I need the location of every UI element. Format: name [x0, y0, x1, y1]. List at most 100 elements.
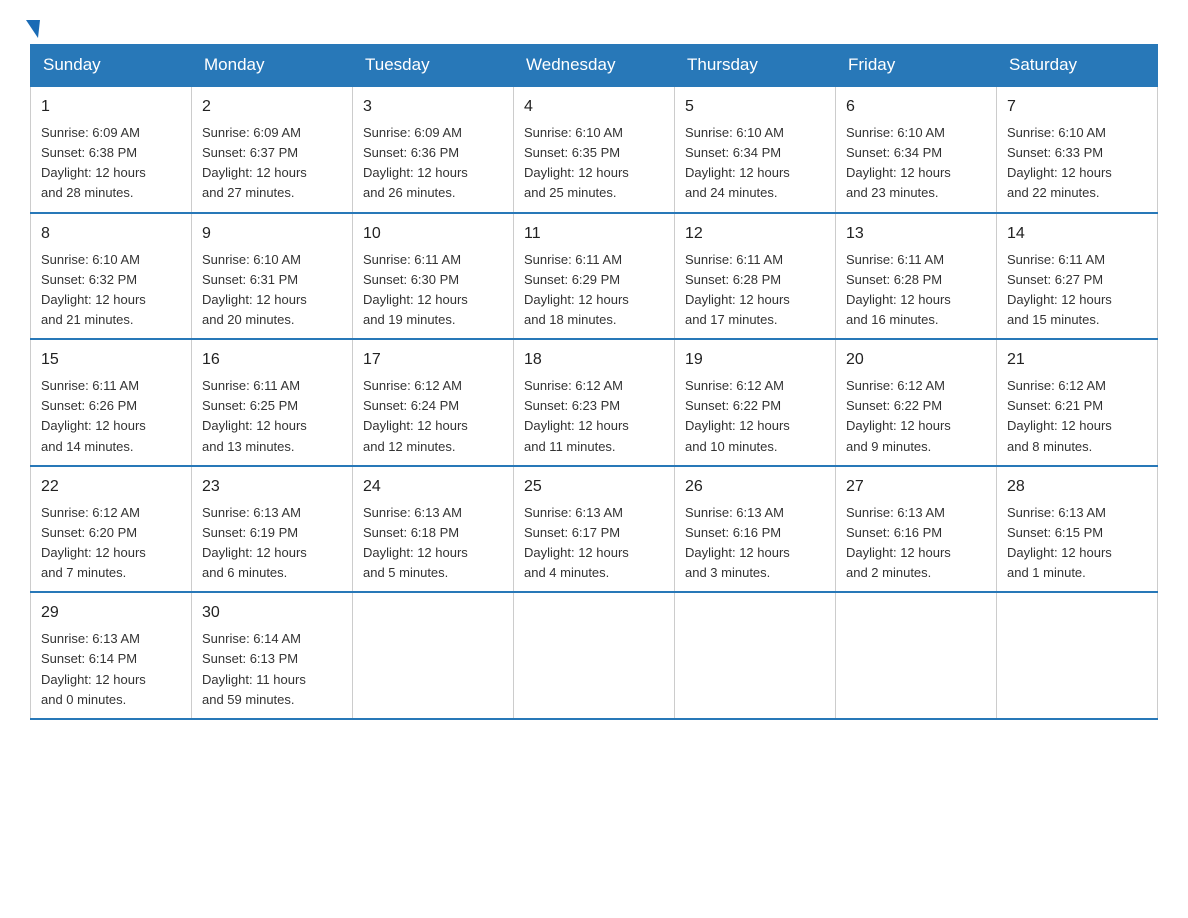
day-info: Sunrise: 6:12 AMSunset: 6:24 PMDaylight:… [363, 376, 503, 457]
calendar-cell: 18 Sunrise: 6:12 AMSunset: 6:23 PMDayligh… [514, 339, 675, 466]
day-number: 26 [685, 475, 825, 499]
day-number: 2 [202, 95, 342, 119]
day-number: 16 [202, 348, 342, 372]
day-number: 13 [846, 222, 986, 246]
calendar-cell: 30 Sunrise: 6:14 AMSunset: 6:13 PMDayligh… [192, 592, 353, 719]
day-info: Sunrise: 6:13 AMSunset: 6:16 PMDaylight:… [685, 503, 825, 584]
day-number: 9 [202, 222, 342, 246]
calendar-cell: 9 Sunrise: 6:10 AMSunset: 6:31 PMDaylight… [192, 213, 353, 340]
day-number: 29 [41, 601, 181, 625]
calendar-cell: 4 Sunrise: 6:10 AMSunset: 6:35 PMDaylight… [514, 86, 675, 213]
calendar-cell: 20Sunrise: 6:12 AMSunset: 6:22 PMDayligh… [836, 339, 997, 466]
day-number: 17 [363, 348, 503, 372]
day-info: Sunrise: 6:13 AMSunset: 6:14 PMDaylight:… [41, 629, 181, 710]
calendar-cell: 14 Sunrise: 6:11 AMSunset: 6:27 PMDayligh… [997, 213, 1158, 340]
day-info: Sunrise: 6:11 AMSunset: 6:27 PMDaylight:… [1007, 250, 1147, 331]
day-info: Sunrise: 6:11 AMSunset: 6:26 PMDaylight:… [41, 376, 181, 457]
day-info: Sunrise: 6:11 AMSunset: 6:29 PMDaylight:… [524, 250, 664, 331]
calendar-cell: 21 Sunrise: 6:12 AMSunset: 6:21 PMDayligh… [997, 339, 1158, 466]
day-number: 8 [41, 222, 181, 246]
calendar-cell [514, 592, 675, 719]
day-number: 3 [363, 95, 503, 119]
day-number: 28 [1007, 475, 1147, 499]
day-number: 18 [524, 348, 664, 372]
week-row-2: 8 Sunrise: 6:10 AMSunset: 6:32 PMDaylight… [31, 213, 1158, 340]
day-info: Sunrise: 6:13 AMSunset: 6:18 PMDaylight:… [363, 503, 503, 584]
day-info: Sunrise: 6:11 AMSunset: 6:25 PMDaylight:… [202, 376, 342, 457]
calendar-cell: 28 Sunrise: 6:13 AMSunset: 6:15 PMDayligh… [997, 466, 1158, 593]
page-header [30, 20, 1158, 34]
day-number: 7 [1007, 95, 1147, 119]
day-info: Sunrise: 6:11 AMSunset: 6:28 PMDaylight:… [846, 250, 986, 331]
day-number: 24 [363, 475, 503, 499]
day-info: Sunrise: 6:09 AMSunset: 6:37 PMDaylight:… [202, 123, 342, 204]
weekday-header-tuesday: Tuesday [353, 45, 514, 87]
calendar-cell: 7 Sunrise: 6:10 AMSunset: 6:33 PMDaylight… [997, 86, 1158, 213]
calendar-cell: 27 Sunrise: 6:13 AMSunset: 6:16 PMDayligh… [836, 466, 997, 593]
day-info: Sunrise: 6:12 AMSunset: 6:20 PMDaylight:… [41, 503, 181, 584]
week-row-3: 15 Sunrise: 6:11 AMSunset: 6:26 PMDayligh… [31, 339, 1158, 466]
day-info: Sunrise: 6:09 AMSunset: 6:38 PMDaylight:… [41, 123, 181, 204]
day-number: 30 [202, 601, 342, 625]
day-number: 21 [1007, 348, 1147, 372]
weekday-header-saturday: Saturday [997, 45, 1158, 87]
weekday-header-sunday: Sunday [31, 45, 192, 87]
calendar-cell: 23 Sunrise: 6:13 AMSunset: 6:19 PMDayligh… [192, 466, 353, 593]
weekday-header-row: SundayMondayTuesdayWednesdayThursdayFrid… [31, 45, 1158, 87]
calendar-cell: 10 Sunrise: 6:11 AMSunset: 6:30 PMDayligh… [353, 213, 514, 340]
calendar-cell: 19Sunrise: 6:12 AMSunset: 6:22 PMDayligh… [675, 339, 836, 466]
calendar-cell: 17 Sunrise: 6:12 AMSunset: 6:24 PMDayligh… [353, 339, 514, 466]
calendar-cell: 12Sunrise: 6:11 AMSunset: 6:28 PMDayligh… [675, 213, 836, 340]
day-number: 14 [1007, 222, 1147, 246]
day-number: 5 [685, 95, 825, 119]
day-number: 15 [41, 348, 181, 372]
weekday-header-friday: Friday [836, 45, 997, 87]
day-number: 10 [363, 222, 503, 246]
day-info: Sunrise: 6:10 AMSunset: 6:34 PMDaylight:… [685, 123, 825, 204]
day-info: Sunrise: 6:12 AMSunset: 6:21 PMDaylight:… [1007, 376, 1147, 457]
calendar-cell: 26 Sunrise: 6:13 AMSunset: 6:16 PMDayligh… [675, 466, 836, 593]
calendar-cell [836, 592, 997, 719]
calendar-cell [353, 592, 514, 719]
day-number: 25 [524, 475, 664, 499]
calendar-cell: 11 Sunrise: 6:11 AMSunset: 6:29 PMDayligh… [514, 213, 675, 340]
day-info: Sunrise: 6:12 AMSunset: 6:22 PMDaylight:… [846, 376, 986, 457]
day-number: 1 [41, 95, 181, 119]
day-number: 23 [202, 475, 342, 499]
day-number: 11 [524, 222, 664, 246]
day-info: Sunrise: 6:13 AMSunset: 6:19 PMDaylight:… [202, 503, 342, 584]
weekday-header-wednesday: Wednesday [514, 45, 675, 87]
day-number: 19 [685, 348, 825, 372]
calendar-cell: 15 Sunrise: 6:11 AMSunset: 6:26 PMDayligh… [31, 339, 192, 466]
day-info: Sunrise: 6:13 AMSunset: 6:16 PMDaylight:… [846, 503, 986, 584]
weekday-header-thursday: Thursday [675, 45, 836, 87]
week-row-5: 29 Sunrise: 6:13 AMSunset: 6:14 PMDayligh… [31, 592, 1158, 719]
logo [30, 20, 40, 34]
day-number: 27 [846, 475, 986, 499]
day-info: Sunrise: 6:10 AMSunset: 6:31 PMDaylight:… [202, 250, 342, 331]
weekday-header-monday: Monday [192, 45, 353, 87]
calendar-cell: 22 Sunrise: 6:12 AMSunset: 6:20 PMDayligh… [31, 466, 192, 593]
day-number: 22 [41, 475, 181, 499]
day-info: Sunrise: 6:10 AMSunset: 6:32 PMDaylight:… [41, 250, 181, 331]
calendar-cell: 2 Sunrise: 6:09 AMSunset: 6:37 PMDaylight… [192, 86, 353, 213]
day-info: Sunrise: 6:13 AMSunset: 6:15 PMDaylight:… [1007, 503, 1147, 584]
calendar-cell: 8 Sunrise: 6:10 AMSunset: 6:32 PMDaylight… [31, 213, 192, 340]
day-info: Sunrise: 6:10 AMSunset: 6:35 PMDaylight:… [524, 123, 664, 204]
logo-triangle-icon [26, 20, 40, 38]
calendar-table: SundayMondayTuesdayWednesdayThursdayFrid… [30, 44, 1158, 720]
day-info: Sunrise: 6:14 AMSunset: 6:13 PMDaylight:… [202, 629, 342, 710]
week-row-1: 1 Sunrise: 6:09 AMSunset: 6:38 PMDaylight… [31, 86, 1158, 213]
calendar-cell: 25Sunrise: 6:13 AMSunset: 6:17 PMDayligh… [514, 466, 675, 593]
calendar-cell: 29 Sunrise: 6:13 AMSunset: 6:14 PMDayligh… [31, 592, 192, 719]
day-info: Sunrise: 6:09 AMSunset: 6:36 PMDaylight:… [363, 123, 503, 204]
calendar-cell [997, 592, 1158, 719]
calendar-cell: 5 Sunrise: 6:10 AMSunset: 6:34 PMDaylight… [675, 86, 836, 213]
day-info: Sunrise: 6:11 AMSunset: 6:30 PMDaylight:… [363, 250, 503, 331]
day-number: 4 [524, 95, 664, 119]
day-info: Sunrise: 6:10 AMSunset: 6:33 PMDaylight:… [1007, 123, 1147, 204]
calendar-cell: 16 Sunrise: 6:11 AMSunset: 6:25 PMDayligh… [192, 339, 353, 466]
day-number: 12 [685, 222, 825, 246]
day-number: 6 [846, 95, 986, 119]
day-info: Sunrise: 6:12 AMSunset: 6:23 PMDaylight:… [524, 376, 664, 457]
